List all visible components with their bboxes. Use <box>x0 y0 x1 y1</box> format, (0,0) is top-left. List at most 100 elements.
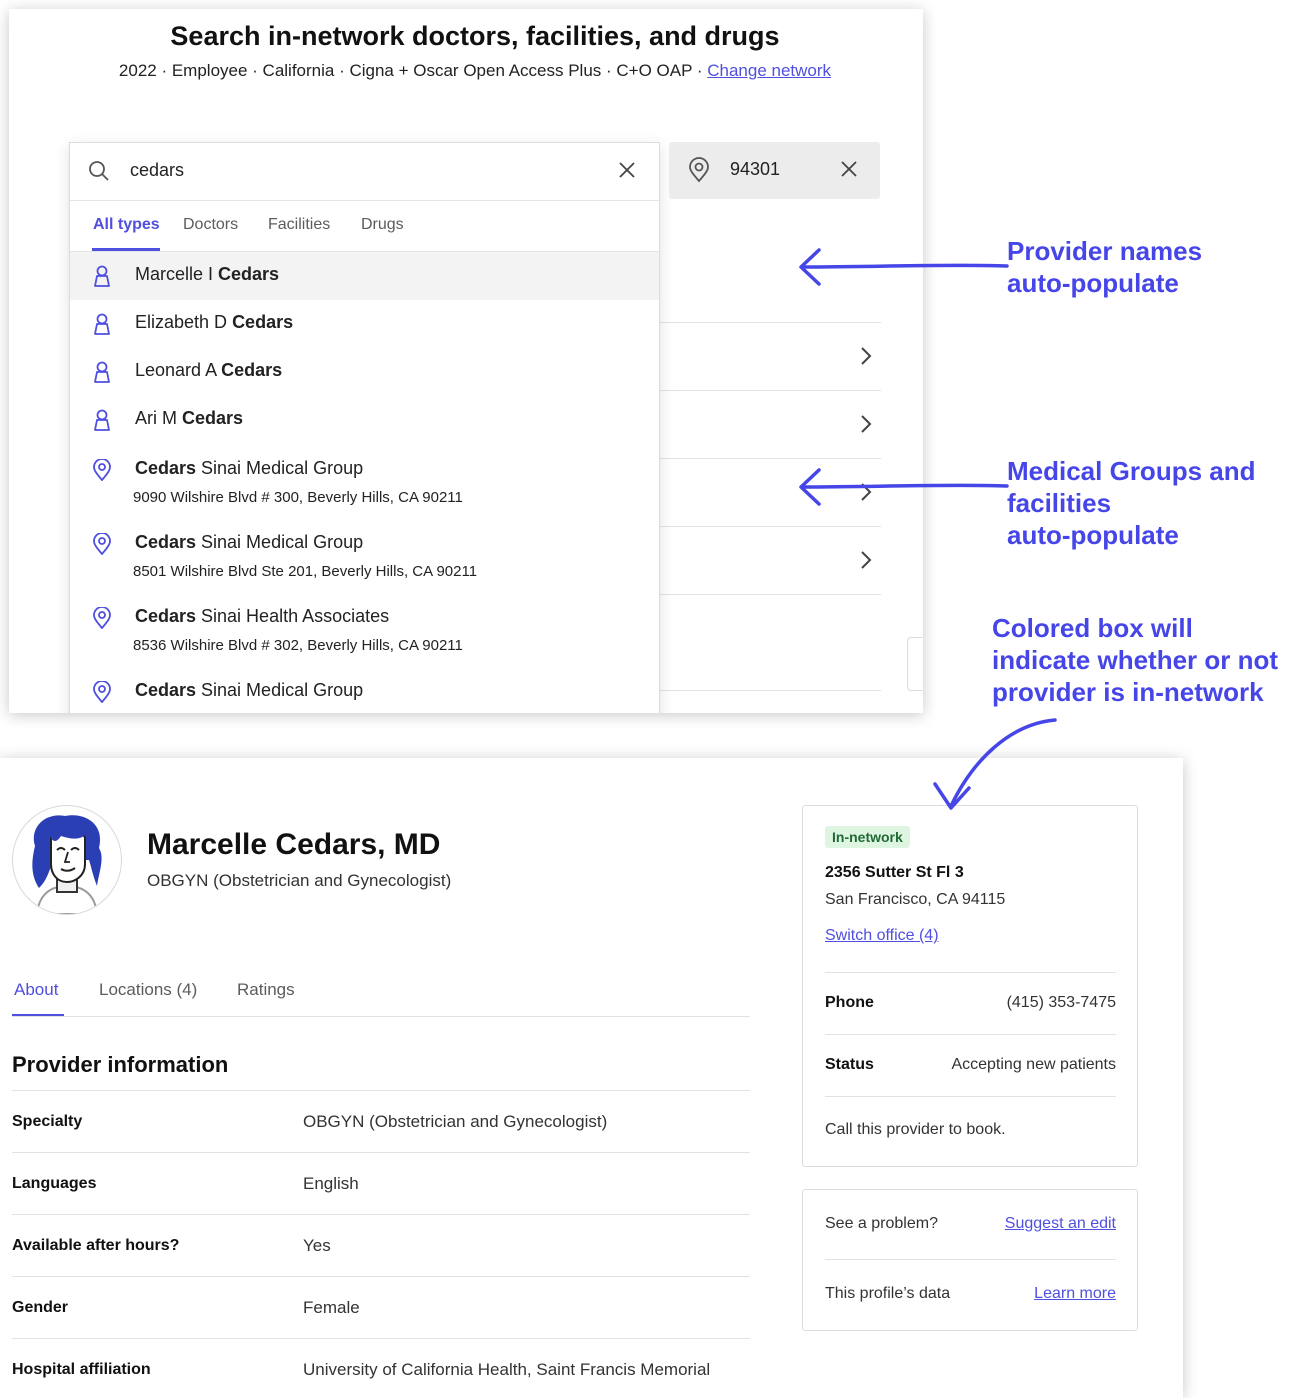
info-value: Female <box>303 1298 360 1317</box>
person-icon <box>94 361 110 383</box>
location-pin-icon <box>93 533 111 555</box>
list-divider <box>659 690 881 691</box>
close-icon[interactable] <box>841 161 857 177</box>
phone-label: Phone <box>825 994 874 1011</box>
result-item[interactable]: Cedars Sinai Medical Group 8501 Wilshire… <box>70 518 659 592</box>
feedback-card: See a problem? Suggest an edit This prof… <box>802 1189 1138 1331</box>
suggest-edit-link[interactable]: Suggest an edit <box>1005 1215 1116 1233</box>
result-name: Leonard A Cedars <box>135 360 283 380</box>
search-field[interactable]: cedars <box>70 143 659 201</box>
page-title: Search in-network doctors, facilities, a… <box>170 21 780 51</box>
status-label: Status <box>825 1056 874 1073</box>
annotation-colored-box: Colored box will indicate whether or not… <box>992 613 1279 707</box>
location-pin-icon <box>93 607 111 629</box>
switch-office-link[interactable]: Switch office (4) <box>825 927 939 945</box>
office-address-line1: 2356 Sutter St Fl 3 <box>825 864 964 881</box>
provider-name: Marcelle Cedars, MD <box>147 828 441 861</box>
info-value: University of California Health, Saint F… <box>303 1360 711 1379</box>
office-address-line2: San Francisco, CA 94115 <box>825 891 1006 908</box>
tab-all-types[interactable]: All types <box>93 216 160 234</box>
zip-input[interactable]: 94301 <box>730 159 780 180</box>
side-widget <box>907 637 923 691</box>
result-item[interactable]: Ari M Cedars <box>70 396 659 444</box>
result-item[interactable]: Marcelle I Cedars <box>70 252 659 300</box>
profile-screenshot: Marcelle Cedars, MD OBGYN (Obstetrician … <box>0 758 1183 1398</box>
section-title: Provider information <box>12 1052 229 1077</box>
result-name: Cedars Sinai Health Associates <box>135 606 390 626</box>
result-item[interactable]: Leonard A Cedars <box>70 348 659 396</box>
result-item[interactable]: Cedars Sinai Health Associates 8536 Wils… <box>70 592 659 666</box>
result-address: 8501 Wilshire Blvd Ste 201, Beverly Hill… <box>133 563 478 580</box>
divider <box>825 1034 1116 1035</box>
phone-value[interactable]: (415) 353-7475 <box>1007 994 1116 1012</box>
tab-about[interactable]: About <box>14 980 58 1000</box>
result-address: 9090 Wilshire Blvd # 300, Beverly Hills,… <box>133 489 463 506</box>
problem-text: See a problem? <box>825 1215 938 1232</box>
learn-more-link[interactable]: Learn more <box>1034 1285 1116 1303</box>
result-name: Marcelle I Cedars <box>135 264 280 284</box>
arrow-left-icon <box>799 248 1009 286</box>
search-input[interactable]: cedars <box>130 160 184 181</box>
booking-note: Call this provider to book. <box>825 1121 1006 1138</box>
plan-details: 2022 · Employee · California · Cigna + O… <box>118 61 708 80</box>
list-divider <box>659 390 881 391</box>
search-dropdown: cedars All types Doctors Facilities Drug… <box>69 142 660 713</box>
list-divider <box>659 322 881 323</box>
info-label: Hospital affiliation <box>12 1361 151 1378</box>
chevron-right-icon[interactable] <box>857 415 875 433</box>
result-address: 8536 Wilshire Blvd # 302, Beverly Hills,… <box>133 637 463 654</box>
info-value: Yes <box>303 1236 331 1255</box>
annotation-provider-names: Provider names auto-populate <box>1007 236 1203 298</box>
list-divider <box>659 458 881 459</box>
location-pin-icon <box>93 681 111 703</box>
tab-ratings[interactable]: Ratings <box>237 980 295 1000</box>
doctor-avatar-icon <box>32 815 102 914</box>
result-name: Cedars Sinai Medical Group <box>135 458 364 478</box>
provider-specialty: OBGYN (Obstetrician and Gynecologist) <box>147 871 452 890</box>
avatar <box>12 805 122 915</box>
result-item[interactable]: Cedars Sinai Medical Group <box>70 666 659 713</box>
divider <box>12 1214 750 1215</box>
curved-arrow-icon <box>933 718 1057 810</box>
chevron-right-icon[interactable] <box>857 551 875 569</box>
change-network-link[interactable]: Change network <box>707 61 831 80</box>
search-icon <box>89 161 109 181</box>
divider <box>825 1096 1116 1097</box>
search-screenshot: Search in-network doctors, facilities, a… <box>9 9 923 713</box>
result-name: Cedars Sinai Medical Group <box>135 532 364 552</box>
info-label: Languages <box>12 1175 97 1192</box>
person-icon <box>94 313 110 335</box>
status-value: Accepting new patients <box>951 1056 1116 1073</box>
result-name: Cedars Sinai Medical Group <box>135 680 364 700</box>
person-icon <box>94 409 110 431</box>
location-pin-icon <box>93 459 111 481</box>
list-divider <box>659 594 881 595</box>
location-field[interactable]: 94301 <box>669 142 880 199</box>
tab-locations[interactable]: Locations (4) <box>99 980 197 1000</box>
office-card: In-network 2356 Sutter St Fl 3 San Franc… <box>802 805 1138 1167</box>
divider <box>12 1090 750 1091</box>
location-pin-icon <box>689 157 709 183</box>
result-item[interactable]: Cedars Sinai Medical Group 9090 Wilshire… <box>70 444 659 518</box>
divider <box>12 1276 750 1277</box>
list-divider <box>659 526 881 527</box>
chevron-right-icon[interactable] <box>857 347 875 365</box>
close-icon[interactable] <box>618 161 636 179</box>
info-label: Specialty <box>12 1113 83 1130</box>
tab-facilities[interactable]: Facilities <box>268 216 330 234</box>
tab-drugs[interactable]: Drugs <box>361 216 404 234</box>
arrow-left-icon <box>799 468 1009 506</box>
info-value: English <box>303 1174 359 1193</box>
tab-doctors[interactable]: Doctors <box>183 216 238 234</box>
info-label: Gender <box>12 1299 69 1316</box>
profile-data-text: This profile’s data <box>825 1285 951 1302</box>
result-type-tabs: All types Doctors Facilities Drugs <box>70 201 659 252</box>
divider <box>12 1338 750 1339</box>
result-item[interactable]: Elizabeth D Cedars <box>70 300 659 348</box>
info-value: OBGYN (Obstetrician and Gynecologist) <box>303 1112 608 1131</box>
network-status-badge: In-network <box>825 826 910 848</box>
annotation-medical-groups: Medical Groups and facilities auto-popul… <box>1007 456 1256 550</box>
active-tab-indicator <box>12 1014 64 1016</box>
info-label: Available after hours? <box>12 1237 180 1254</box>
result-name: Ari M Cedars <box>135 408 244 428</box>
